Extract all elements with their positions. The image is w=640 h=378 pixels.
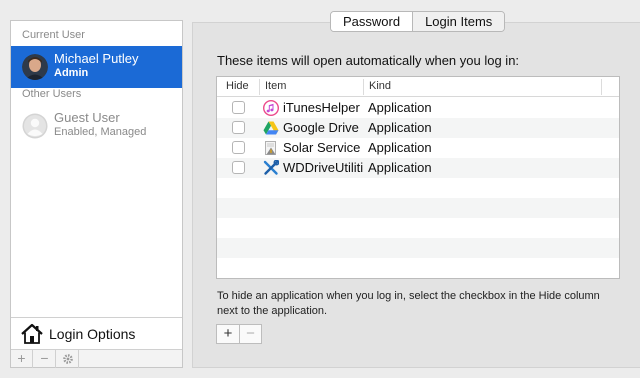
tab-login-items[interactable]: Login Items	[412, 12, 505, 31]
avatar	[22, 54, 48, 80]
user-row-michael-putley[interactable]: Michael Putley Admin	[11, 46, 182, 88]
guest-avatar-icon	[22, 113, 48, 139]
item-name: Google Drive	[283, 120, 359, 135]
hide-checkbox[interactable]	[232, 161, 245, 174]
column-header-hide[interactable]: Hide	[226, 80, 249, 92]
gear-icon[interactable]	[57, 350, 79, 368]
column-header-kind[interactable]: Kind	[369, 80, 391, 92]
solar-service-icon	[263, 140, 279, 156]
itunes-icon	[262, 99, 280, 117]
item-name: iTunesHelper	[283, 100, 360, 115]
wd-utilities-icon	[263, 159, 280, 176]
empty-row	[217, 238, 619, 258]
table-row[interactable]: Solar Service Application	[217, 138, 619, 158]
add-remove-control: + −	[216, 324, 262, 344]
users-sidebar: Current User Michael Putley Admin Other …	[10, 20, 183, 368]
empty-row	[217, 218, 619, 238]
google-drive-icon	[263, 120, 279, 136]
remove-user-button[interactable]: −	[34, 350, 56, 368]
other-users-header: Other Users	[22, 88, 82, 100]
item-kind: Application	[368, 120, 432, 135]
user-row-guest-user[interactable]: Guest User Enabled, Managed	[11, 105, 182, 147]
house-icon	[20, 322, 44, 351]
login-options-label: Login Options	[49, 326, 136, 342]
login-options-item[interactable]: Login Options	[11, 317, 182, 349]
item-name: Solar Service	[283, 140, 361, 155]
user-name: Guest User	[54, 110, 120, 125]
user-role: Admin	[54, 67, 89, 79]
table-row[interactable]: iTunesHelper Application	[217, 98, 619, 118]
hide-checkbox[interactable]	[232, 101, 245, 114]
item-name: WDDriveUtilities	[283, 160, 363, 175]
empty-row	[217, 178, 619, 198]
empty-row	[217, 198, 619, 218]
remove-login-item-button[interactable]: −	[239, 325, 261, 343]
table-header: Hide Item Kind	[217, 77, 619, 97]
tab-password[interactable]: Password	[331, 12, 413, 31]
current-user-header: Current User	[22, 29, 85, 41]
login-items-intro: These items will open automatically when…	[217, 53, 520, 68]
hide-checkbox[interactable]	[232, 141, 245, 154]
add-user-button[interactable]: +	[11, 350, 33, 368]
table-row[interactable]: WDDriveUtilities Application	[217, 158, 619, 178]
table-row[interactable]: Google Drive Application	[217, 118, 619, 138]
sidebar-toolbar: + −	[11, 349, 182, 368]
add-login-item-button[interactable]: +	[217, 325, 239, 343]
empty-row	[217, 258, 619, 278]
item-kind: Application	[368, 160, 432, 175]
hide-instructions: To hide an application when you log in, …	[217, 290, 600, 317]
column-header-item[interactable]: Item	[265, 80, 286, 92]
tab-bar: Password Login Items	[330, 11, 506, 32]
item-kind: Application	[368, 100, 432, 115]
item-kind: Application	[368, 140, 432, 155]
user-role: Enabled, Managed	[54, 126, 147, 138]
hide-checkbox[interactable]	[232, 121, 245, 134]
user-name: Michael Putley	[54, 51, 139, 66]
login-items-table[interactable]: Hide Item Kind iTunesHelper Application …	[216, 76, 620, 279]
